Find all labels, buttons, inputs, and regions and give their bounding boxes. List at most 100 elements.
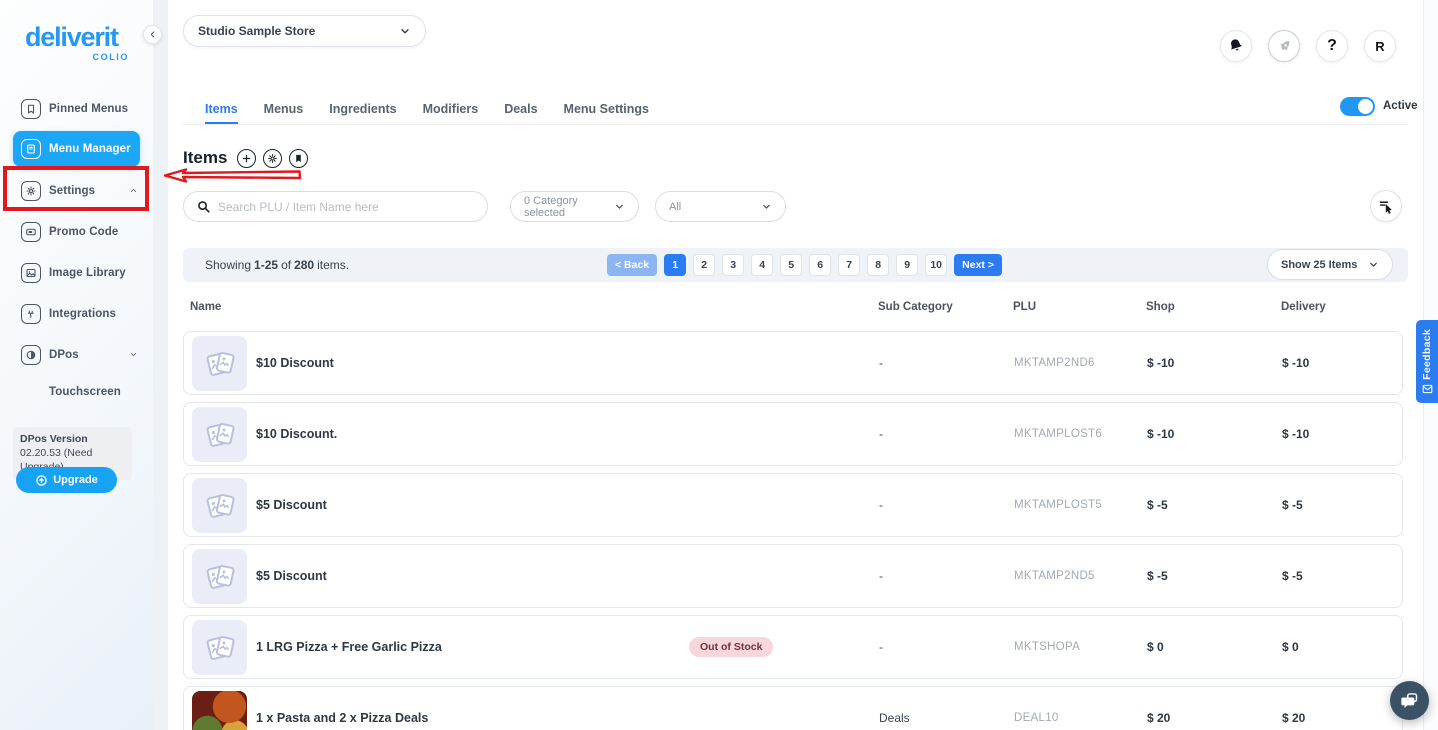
upgrade-button[interactable]: Upgrade [16,467,117,493]
bulk-select-button[interactable] [1370,190,1402,222]
user-avatar[interactable]: R [1364,30,1396,62]
chat-bubble-icon [1399,690,1420,711]
whats-new-button[interactable] [1268,30,1300,62]
table-row[interactable]: $10 Discount - MKTAMP2ND6 $ -10 $ -10 [183,331,1403,395]
sidebar-item-label: Menu Manager [49,143,131,155]
pagination-page-3[interactable]: 3 [722,254,744,276]
pagination-page-5[interactable]: 5 [780,254,802,276]
item-plu: MKTAMP2ND6 [1014,357,1095,369]
question-mark-icon: ? [1327,37,1337,55]
table-row[interactable]: $5 Discount-MKTAMP2ND5$ -5$ -5 [183,544,1403,608]
table-row[interactable]: 1 x Pasta and 2 x Pizza DealsDealsDEAL10… [183,686,1403,730]
showing-items-word: items. [317,258,349,272]
item-thumbnail [192,336,247,391]
item-delivery-price: $ -5 [1282,569,1303,583]
item-delivery-price: $ -10 [1282,356,1309,370]
sidebar-item-promo-code[interactable]: Promo Code [0,211,153,252]
table-row[interactable]: $5 Discount-MKTAMPLOST5$ -5$ -5 [183,473,1403,537]
showing-range: 1-25 [254,258,278,272]
tab-menus[interactable]: Menus [264,96,304,124]
tab-menu-settings[interactable]: Menu Settings [564,96,649,124]
pagination-page-4[interactable]: 4 [751,254,773,276]
feedback-tab[interactable]: Feedback [1416,320,1438,403]
rocket-icon [1272,34,1296,58]
item-name: $10 Discount [256,356,334,370]
sidebar-item-label: Integrations [49,308,116,320]
brand-name: deliverit [25,24,129,51]
table-row[interactable]: $10 Discount.-MKTAMPLOST6$ -10$ -10 [183,402,1403,466]
sidebar-item-integrations[interactable]: Integrations [0,293,153,334]
column-header-name: Name [190,301,221,313]
store-selector[interactable]: Studio Sample Store [183,15,426,47]
pagination-back-button[interactable]: < Back [607,254,657,276]
pagination-next-button[interactable]: Next > [954,254,1002,276]
pagination-page-10[interactable]: 10 [925,254,947,276]
page-size-value: Show 25 Items [1281,259,1357,271]
annotation-arrow [161,167,303,189]
sidebar-item-menu-manager[interactable]: Menu Manager [13,131,140,167]
sidebar-item-label: Promo Code [49,226,118,238]
column-header-plu: PLU [1013,301,1036,313]
pagination-page-7[interactable]: 7 [838,254,860,276]
sidebar-item-dpos[interactable]: DPos [0,334,153,375]
item-shop-price: $ -5 [1147,498,1168,512]
item-thumbnail [192,691,247,730]
pagination-page-2[interactable]: 2 [693,254,715,276]
page-size-dropdown[interactable]: Show 25 Items [1267,249,1393,280]
sidebar-item-touchscreen[interactable]: Touchscreen [0,375,153,409]
pagination-page-9[interactable]: 9 [896,254,918,276]
sidebar-item-label: DPos [49,349,79,361]
chevron-down-icon [614,201,625,212]
items-titlebar: Items [183,148,308,168]
pagination-page-8[interactable]: 8 [867,254,889,276]
item-sub-category: - [879,498,883,512]
item-settings-button[interactable] [263,149,282,168]
pagination-page-1[interactable]: 1 [664,254,686,276]
category-filter-dropdown[interactable]: 0 Category selected [510,191,639,222]
sidebar-collapse-button[interactable] [143,25,162,44]
sidebar-item-pinned-menus[interactable]: Pinned Menus [0,88,153,129]
table-header: NameSub CategoryPLUShopDelivery [183,301,1408,319]
upgrade-icon [35,474,48,487]
upgrade-label: Upgrade [53,474,98,486]
add-item-button[interactable] [237,149,256,168]
item-sub-category: - [879,356,883,370]
feedback-label: Feedback [1421,329,1433,380]
item-delivery-price: $ -10 [1282,427,1309,441]
item-name: $10 Discount. [256,427,337,441]
sidebar-item-label: Touchscreen [49,386,121,398]
active-toggle[interactable] [1340,97,1375,116]
item-delivery-price: $ 20 [1282,711,1305,725]
header-icon-group: ? R [1220,30,1396,62]
notifications-button[interactable] [1220,30,1252,62]
item-plu: MKTSHOPA [1014,641,1080,653]
chat-widget-button[interactable] [1390,681,1429,720]
store-selector-value: Studio Sample Store [198,24,315,38]
item-shop-price: $ 20 [1147,711,1170,725]
item-thumbnail [192,478,247,533]
pin-items-button[interactable] [289,149,308,168]
item-shop-price: $ -10 [1147,356,1174,370]
sidebar-item-image-library[interactable]: Image Library [0,252,153,293]
type-filter-dropdown[interactable]: All [655,191,786,222]
integrations-icon [21,304,41,324]
tab-deals[interactable]: Deals [504,96,537,124]
search-input[interactable] [218,200,475,214]
tab-ingredients[interactable]: Ingredients [329,96,396,124]
chevron-down-icon [399,25,411,37]
sidebar-item-label: Pinned Menus [49,103,128,115]
item-shop-price: $ -10 [1147,427,1174,441]
chevron-left-icon [148,30,157,39]
item-plu: MKTAMPLOST5 [1014,499,1102,511]
help-button[interactable]: ? [1316,30,1348,62]
image-library-icon [21,263,41,283]
avatar-initial: R [1375,39,1384,54]
table-row[interactable]: 1 LRG Pizza + Free Garlic PizzaOut of St… [183,615,1403,679]
main-content: Studio Sample Store ? R It [168,0,1423,730]
pagination-page-6[interactable]: 6 [809,254,831,276]
tab-modifiers[interactable]: Modifiers [423,96,479,124]
tab-items[interactable]: Items [205,96,238,124]
out-of-stock-badge: Out of Stock [689,637,773,657]
envelope-icon [1422,384,1433,394]
item-shop-price: $ 0 [1147,640,1164,654]
